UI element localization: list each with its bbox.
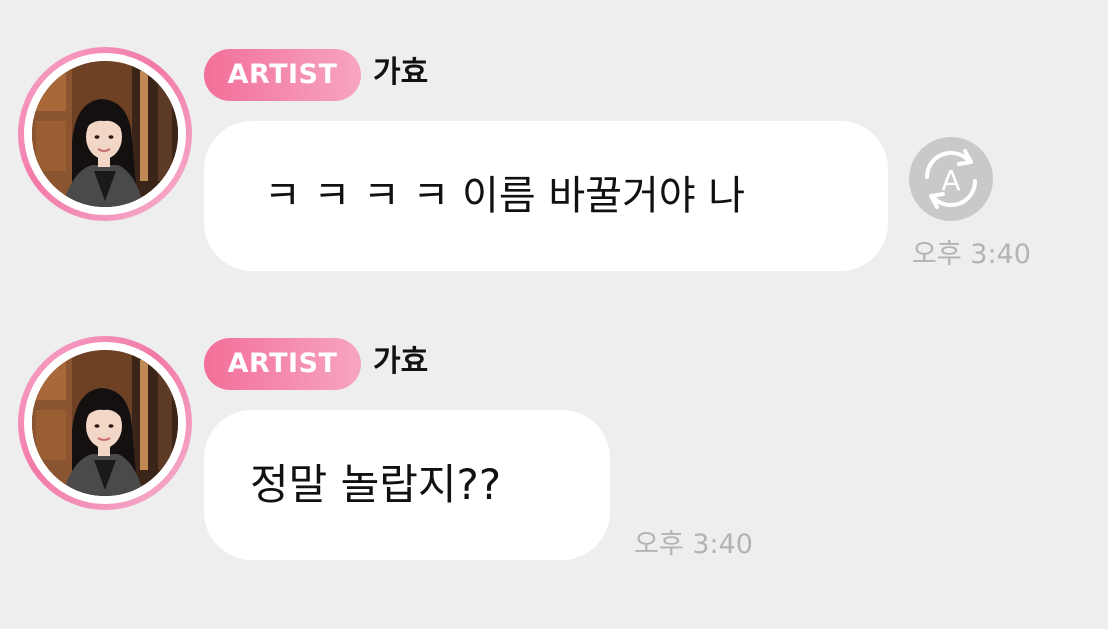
message-bubble[interactable]: ㅋ ㅋ ㅋ ㅋ 이름 바꿀거야 나 [204,121,888,271]
avatar-border [24,342,186,504]
avatar-border [24,53,186,215]
message-text: ㅋ ㅋ ㅋ ㅋ 이름 바꿀거야 나 [264,173,746,219]
message-time: 오후 3:40 [634,529,753,560]
message-text: 정말 놀랍지?? [250,460,502,509]
chat-message: ARTIST 가효 정말 놀랍지?? 오후 3:40 [0,289,1108,609]
message-time: 오후 3:40 [912,239,1031,270]
profile-photo-icon [32,61,178,207]
sender-name: 가효 [373,344,429,379]
avatar[interactable] [18,47,192,221]
translate-button[interactable]: A [909,137,993,221]
artist-badge: ARTIST [204,49,361,101]
translate-icon-letter: A [941,164,960,197]
profile-photo-icon [32,350,178,496]
avatar-photo [32,350,178,496]
sender-name: 가효 [373,55,429,90]
chat-message: ARTIST 가효 ㅋ ㅋ ㅋ ㅋ 이름 바꿀거야 나 A 오후 3:40 [0,0,1108,300]
translate-icon: A [924,149,978,209]
message-bubble[interactable]: 정말 놀랍지?? [204,410,610,560]
avatar-photo [32,61,178,207]
artist-badge: ARTIST [204,338,361,390]
avatar[interactable] [18,336,192,510]
